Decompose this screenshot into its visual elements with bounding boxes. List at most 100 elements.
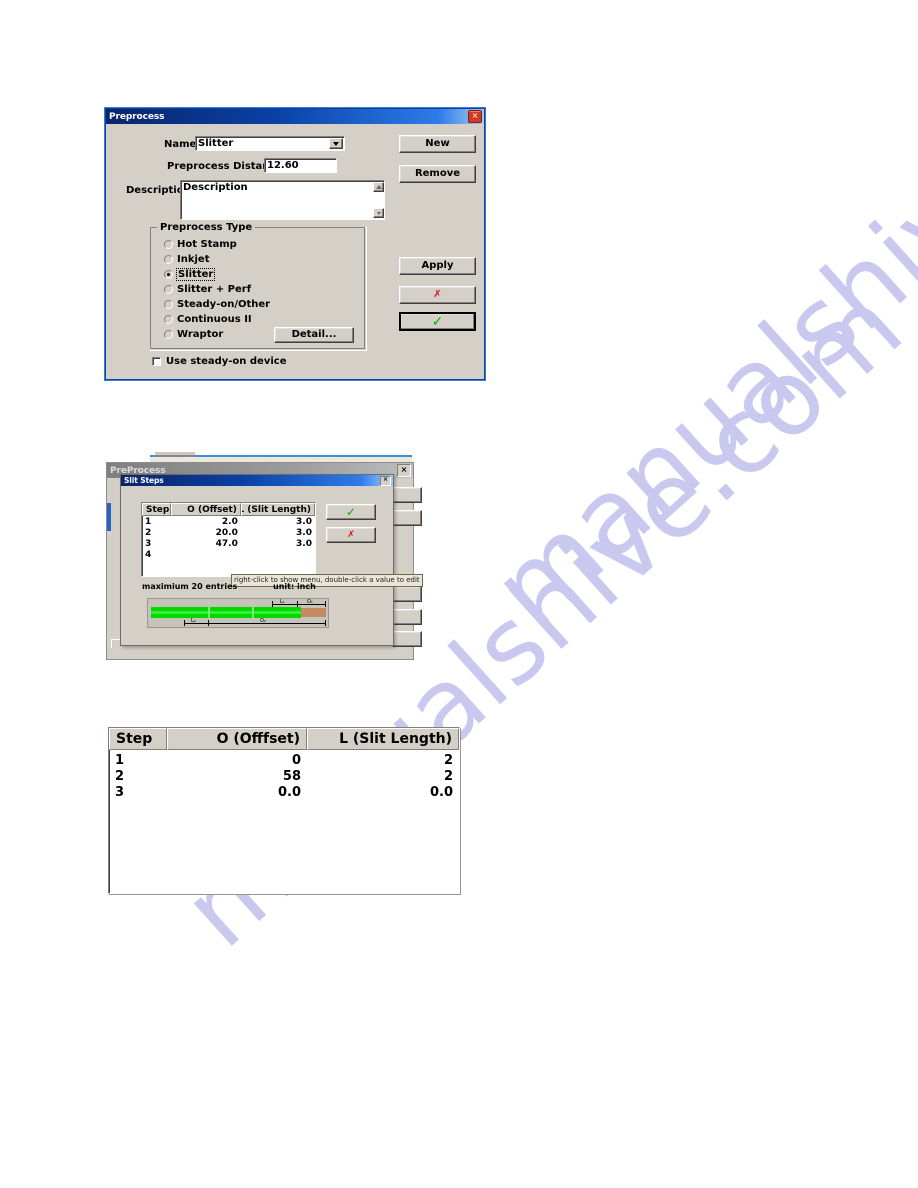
diagram-bar-bottom xyxy=(151,614,301,618)
distance-value: 12.60 xyxy=(267,160,299,171)
description-scroll-down[interactable] xyxy=(373,208,384,218)
detail-button[interactable]: Detail... xyxy=(274,327,354,343)
name-combo-value: Slitter xyxy=(198,138,234,149)
diagram-tick xyxy=(325,620,326,626)
close-icon[interactable]: × xyxy=(380,475,391,486)
table-row[interactable]: 4 xyxy=(142,549,315,560)
new-button[interactable]: New xyxy=(399,135,476,153)
check-icon: ✓ xyxy=(345,505,357,519)
radio-icon xyxy=(164,300,173,309)
preprocess-titlebar: Preprocess × xyxy=(106,109,484,124)
distance-input[interactable]: 12.60 xyxy=(264,158,337,173)
chevron-down-icon[interactable] xyxy=(329,138,343,149)
apply-button[interactable]: Apply xyxy=(399,257,476,275)
radio-label: Slitter + Perf xyxy=(177,284,252,295)
cancel-button[interactable]: ✗ xyxy=(326,527,376,543)
cancel-button[interactable]: ✗ xyxy=(399,286,476,304)
radio-continuous-ii[interactable]: Continuous II xyxy=(164,314,252,325)
ok-button[interactable]: ✓ xyxy=(399,312,476,331)
radio-icon xyxy=(164,240,173,249)
parent-remove-button[interactable] xyxy=(392,510,422,526)
use-steady-on-device-row[interactable]: Use steady-on device xyxy=(152,356,287,367)
radio-hot-stamp[interactable]: Hot Stamp xyxy=(164,239,237,250)
table-row[interactable]: 2 58 2 xyxy=(109,768,459,784)
radio-label: Inkjet xyxy=(177,254,210,265)
description-textarea[interactable]: Description xyxy=(180,180,385,220)
radio-slitter-perf[interactable]: Slitter + Perf xyxy=(164,284,251,295)
cell-step: 3 xyxy=(115,784,125,800)
column-header-offset[interactable]: O (Offset) xyxy=(170,503,241,516)
radio-label: Steady-on/Other xyxy=(177,299,271,310)
column-header-offset[interactable]: O (Offfset) xyxy=(167,728,307,750)
cell-offset[interactable]: 0 xyxy=(167,752,307,768)
table-row[interactable]: 3 47.0 3.0 xyxy=(142,538,315,549)
slit-steps-table[interactable]: Step O (Offset) L (Slit Length) 1 2.0 3.… xyxy=(141,502,316,577)
cell-offset[interactable]: 58 xyxy=(167,768,307,784)
name-combo[interactable]: Slitter xyxy=(195,136,345,151)
cell-slit-length[interactable]: 3.0 xyxy=(241,538,315,549)
close-icon[interactable]: × xyxy=(397,464,411,477)
cell-offset[interactable]: 47.0 xyxy=(171,538,241,549)
radio-label: Hot Stamp xyxy=(177,239,237,250)
watermark-text-upper: manualshive.com xyxy=(470,0,918,651)
cell-step: 2 xyxy=(145,527,152,538)
radio-icon xyxy=(164,315,173,324)
radio-icon xyxy=(164,285,173,294)
preprocess-title: Preprocess xyxy=(109,111,165,122)
diagram-label-l2: L₂ xyxy=(191,618,196,624)
radio-slitter[interactable]: Slitter xyxy=(164,268,216,281)
cell-step: 3 xyxy=(145,538,152,549)
preprocess-dialog: Preprocess × Name: Slitter Preprocess Di… xyxy=(105,108,485,380)
column-header-slit-length[interactable]: L (Slit Length) xyxy=(307,728,459,750)
diagram-gap-2 xyxy=(252,607,254,618)
slit-steps-enlarged-table[interactable]: Step O (Offfset) L (Slit Length) 1 0 2 2… xyxy=(108,727,460,894)
parent-ok-button[interactable] xyxy=(392,631,422,647)
radio-wraptor[interactable]: Wraptor xyxy=(164,329,223,340)
cell-offset[interactable] xyxy=(171,549,241,560)
cell-slit-length[interactable]: 2 xyxy=(307,768,459,784)
remove-button[interactable]: Remove xyxy=(399,165,476,183)
table-row[interactable]: 1 2.0 3.0 xyxy=(142,516,315,527)
parent-apply-button[interactable] xyxy=(392,586,422,602)
table-header-row: Step O (Offfset) L (Slit Length) xyxy=(109,728,459,750)
diagram-tick xyxy=(272,601,273,607)
column-header-step[interactable]: Step xyxy=(142,503,171,516)
description-value: Description xyxy=(183,182,248,193)
cell-slit-length[interactable]: 3.0 xyxy=(241,527,315,538)
slit-steps-titlebar: Slit Steps × xyxy=(121,475,393,486)
unit-label: unit: inch xyxy=(273,582,316,591)
parent-new-button[interactable] xyxy=(392,487,422,503)
parent-cancel-button[interactable] xyxy=(392,609,422,625)
cell-slit-length[interactable] xyxy=(241,549,315,560)
radio-label: Slitter xyxy=(175,268,216,281)
table-row[interactable]: 2 20.0 3.0 xyxy=(142,527,315,538)
preprocess-type-group-title: Preprocess Type xyxy=(157,222,256,233)
max-entries-label: maximium 20 entries xyxy=(142,582,238,591)
cell-offset[interactable]: 2.0 xyxy=(171,516,241,527)
radio-steady-on-other[interactable]: Steady-on/Other xyxy=(164,299,270,310)
description-scroll-up[interactable] xyxy=(373,182,384,192)
cell-slit-length[interactable]: 2 xyxy=(307,752,459,768)
radio-icon-selected xyxy=(164,270,173,279)
table-row[interactable]: 1 0 2 xyxy=(109,752,459,768)
cell-offset[interactable]: 0.0 xyxy=(167,784,307,800)
x-icon: ✗ xyxy=(433,289,442,300)
radio-inkjet[interactable]: Inkjet xyxy=(164,254,209,265)
checkbox-label: Use steady-on device xyxy=(166,356,287,367)
cell-offset[interactable]: 20.0 xyxy=(171,527,241,538)
table-row[interactable]: 3 0.0 0.0 xyxy=(109,784,459,800)
diagram-tick xyxy=(184,620,185,626)
column-header-slit-length[interactable]: L (Slit Length) xyxy=(240,503,315,516)
checkbox-icon xyxy=(152,357,161,366)
diagram-dim-lower xyxy=(184,623,326,624)
cell-slit-length[interactable]: 0.0 xyxy=(307,784,459,800)
background-app-sliver-text xyxy=(155,452,195,457)
radio-icon xyxy=(164,255,173,264)
check-icon: ✓ xyxy=(431,313,444,330)
close-icon[interactable]: × xyxy=(468,110,482,123)
cell-step: 2 xyxy=(115,768,125,784)
x-icon: ✗ xyxy=(347,529,355,540)
cell-slit-length[interactable]: 3.0 xyxy=(241,516,315,527)
column-header-step[interactable]: Step xyxy=(109,728,167,750)
ok-button[interactable]: ✓ xyxy=(326,504,376,520)
